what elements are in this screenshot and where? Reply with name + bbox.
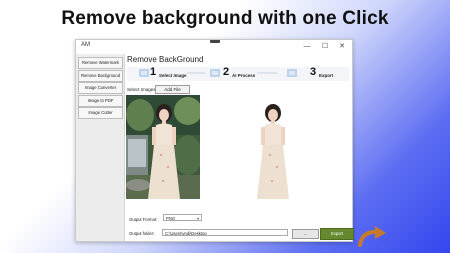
export-button[interactable]: Export xyxy=(320,228,354,240)
image-icon xyxy=(139,69,149,77)
step-connector xyxy=(257,72,277,74)
minimize-button[interactable]: — xyxy=(300,41,314,52)
chevron-down-icon: ▾ xyxy=(196,216,199,221)
export-icon xyxy=(287,69,297,77)
step-2-number: 2 xyxy=(223,66,230,78)
step-3-number: 3 xyxy=(310,66,317,78)
promo-headline: Remove background with one Click xyxy=(61,8,389,29)
sidebar-item-image-cutter[interactable]: Image Cutter xyxy=(78,107,123,119)
title-bar[interactable]: AM — ☐ ✕ xyxy=(76,40,352,54)
select-images-label: Select Images: xyxy=(127,87,157,92)
original-image-preview xyxy=(126,95,200,199)
output-format-value: PNG xyxy=(166,216,176,221)
sidebar-item-image-converter[interactable]: Image Converter xyxy=(78,82,123,94)
sidebar: Remove Watermark Remove Background Image… xyxy=(76,54,125,241)
page-title: Remove BackGround xyxy=(127,55,204,64)
add-file-button[interactable]: Add File xyxy=(155,85,190,94)
main-panel: Remove BackGround 1 Select Image 2 AI Pr… xyxy=(125,54,354,241)
maximize-button[interactable]: ☐ xyxy=(318,41,332,52)
sidebar-item-remove-watermark[interactable]: Remove Watermark xyxy=(78,57,123,69)
browse-button[interactable]: ... xyxy=(292,229,319,239)
original-photo xyxy=(126,95,200,199)
output-format-label: Output Format: xyxy=(129,217,158,222)
sidebar-item-image-to-pdf[interactable]: Image to PDF xyxy=(78,95,123,107)
processed-image-preview xyxy=(239,95,307,199)
output-folder-input[interactable]: C:\Users\yndi\Desktop xyxy=(162,229,288,236)
drag-handle[interactable] xyxy=(210,40,220,43)
sidebar-item-remove-background[interactable]: Remove Background xyxy=(78,70,123,82)
step-connector xyxy=(187,72,205,74)
step-1-label: Select Image xyxy=(159,73,187,78)
steps-bar: 1 Select Image 2 AI Process 3 Export xyxy=(127,66,349,81)
output-format-select[interactable]: PNG ▾ xyxy=(163,214,202,221)
step-1-number: 1 xyxy=(150,66,157,78)
close-button[interactable]: ✕ xyxy=(335,41,349,52)
ai-process-icon xyxy=(210,69,220,77)
app-title: AM xyxy=(81,42,90,48)
step-3-label: Export xyxy=(319,73,334,78)
app-window: AM — ☐ ✕ Remove Watermark Remove Backgro… xyxy=(75,39,354,242)
curved-arrow-icon xyxy=(358,226,386,247)
step-2-label: AI Process xyxy=(232,73,256,78)
output-folder-label: Output folder: xyxy=(129,231,155,236)
processed-photo xyxy=(257,104,289,199)
